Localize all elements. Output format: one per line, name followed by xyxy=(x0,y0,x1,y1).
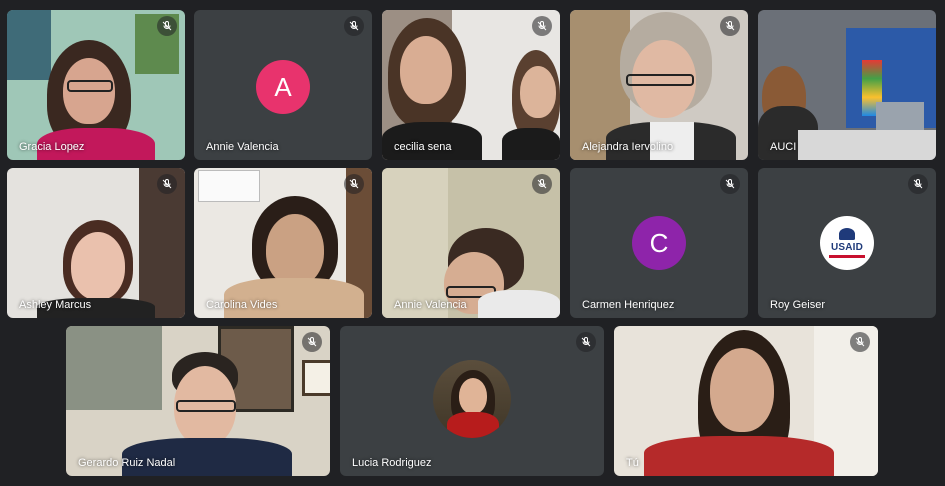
mic-off-icon xyxy=(532,16,552,36)
participant-name: Annie Valencia xyxy=(206,141,279,153)
usaid-logo: USAID xyxy=(820,216,874,270)
participant-tile-carolina-vides[interactable]: Carolina Vides xyxy=(194,168,372,318)
participant-tile-alejandra-iervolino[interactable]: Alejandra Iervolino xyxy=(570,10,748,160)
participant-video xyxy=(382,168,560,318)
participant-tile-annie-valencia-avatar[interactable]: A Annie Valencia xyxy=(194,10,372,160)
participant-video xyxy=(7,168,185,318)
participant-name: Gracia Lopez xyxy=(19,141,85,153)
participant-tile-tu[interactable]: Tú xyxy=(614,326,878,476)
participant-tile-ashley-marcus[interactable]: Ashley Marcus xyxy=(7,168,185,318)
usaid-seal-icon xyxy=(839,228,855,240)
mic-off-icon xyxy=(344,174,364,194)
participant-tile-gracia-lopez[interactable]: Gracia Lopez xyxy=(7,10,185,160)
participant-name: Ashley Marcus xyxy=(19,299,92,311)
avatar: A xyxy=(256,60,310,114)
participant-video xyxy=(382,10,560,160)
participant-video xyxy=(194,168,372,318)
participant-tile-carmen-henriquez[interactable]: C Carmen Henriquez xyxy=(570,168,748,318)
participant-name: Tú xyxy=(626,457,639,469)
participant-video xyxy=(7,10,185,160)
mic-off-icon xyxy=(576,332,596,352)
mic-off-icon xyxy=(908,174,928,194)
mic-off-icon xyxy=(157,16,177,36)
mic-off-icon xyxy=(720,16,740,36)
mic-off-icon xyxy=(344,16,364,36)
participant-name: Gerardo Ruiz Nadal xyxy=(78,457,176,469)
avatar xyxy=(433,360,511,438)
participant-tile-cecilia-sena[interactable]: cecilia sena xyxy=(382,10,560,160)
participant-name: Lucia Rodriguez xyxy=(352,457,432,469)
participant-tile-auci[interactable]: AUCI xyxy=(758,10,936,160)
wall-art xyxy=(7,10,51,80)
avatar: C xyxy=(632,216,686,270)
participant-tile-gerardo-ruiz-nadal[interactable]: Gerardo Ruiz Nadal xyxy=(66,326,330,476)
participant-video xyxy=(570,10,748,160)
mic-off-icon xyxy=(532,174,552,194)
participant-name: Alejandra Iervolino xyxy=(582,141,674,153)
participant-video xyxy=(614,326,878,476)
mic-off-icon xyxy=(720,174,740,194)
participant-name: AUCI xyxy=(770,141,797,153)
participant-name: Annie Valencia xyxy=(394,299,467,311)
participant-name: cecilia sena xyxy=(394,141,452,153)
participant-tile-lucia-rodriguez[interactable]: Lucia Rodriguez xyxy=(340,326,604,476)
participant-name: Roy Geiser xyxy=(770,299,826,311)
participant-name: Carolina Vides xyxy=(206,299,278,311)
mic-off-icon xyxy=(302,332,322,352)
mic-off-icon xyxy=(850,332,870,352)
mic-off-icon xyxy=(157,174,177,194)
participant-tile-annie-valencia-video[interactable]: Annie Valencia xyxy=(382,168,560,318)
participant-name: Carmen Henriquez xyxy=(582,299,675,311)
participant-tile-roy-geiser[interactable]: USAID Roy Geiser xyxy=(758,168,936,318)
participant-video xyxy=(66,326,330,476)
participant-video xyxy=(758,10,936,160)
